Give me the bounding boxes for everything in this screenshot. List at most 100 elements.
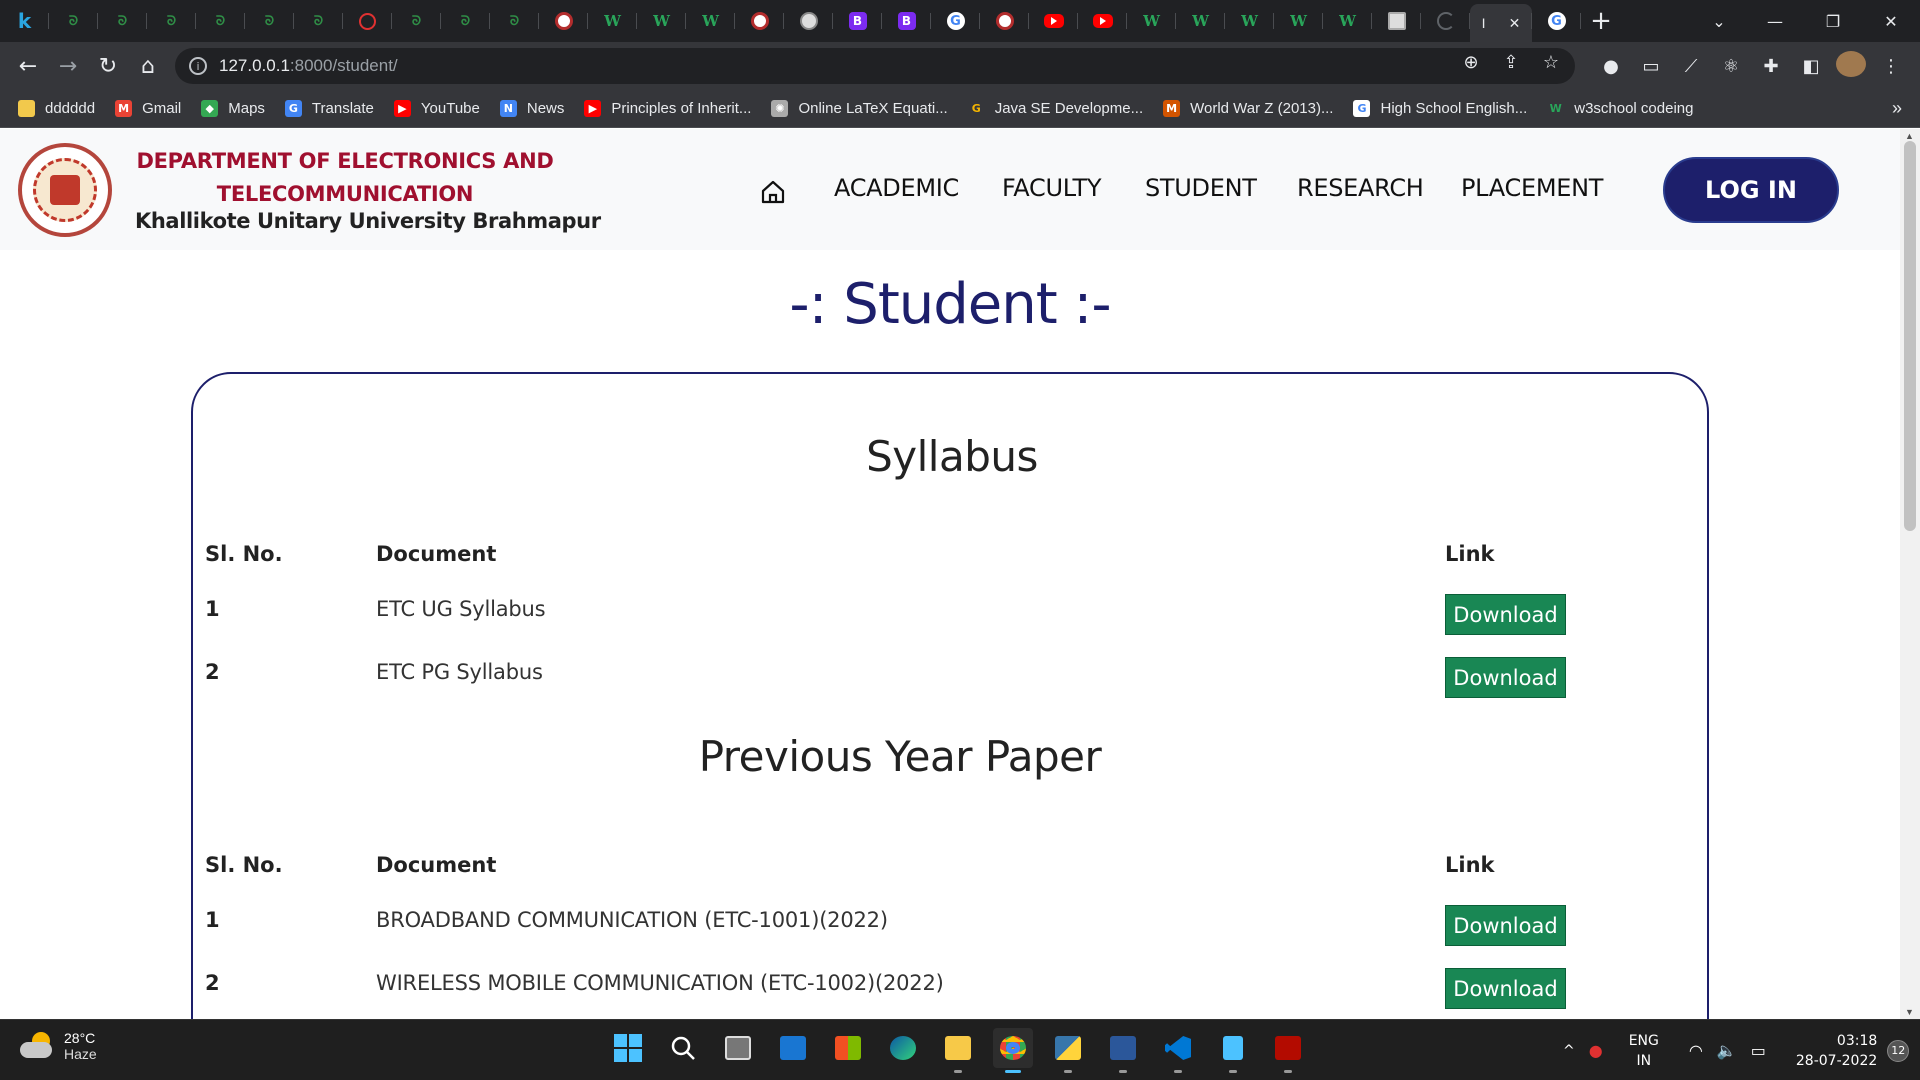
bookmark-item[interactable]: N News <box>499 100 564 117</box>
bookmark-item[interactable]: dddddd <box>18 100 95 117</box>
extension-record-icon[interactable]: ● <box>1596 56 1626 77</box>
bookmark-item[interactable]: M World War Z (2013)... <box>1163 100 1333 117</box>
bookmark-item[interactable]: ✺ Online LaTeX Equati... <box>771 100 948 117</box>
network-error-icon[interactable]: ● <box>1589 1041 1603 1060</box>
back-button[interactable]: ← <box>8 46 48 86</box>
extensions-puzzle-icon[interactable]: ✚ <box>1756 56 1786 77</box>
home-button[interactable]: ⌂ <box>128 46 168 86</box>
taskbar-search-button[interactable] <box>663 1028 703 1068</box>
bookmark-item[interactable]: G Translate <box>284 100 374 117</box>
download-button[interactable]: Download <box>1445 594 1566 635</box>
notifications-badge[interactable]: 12 <box>1887 1039 1910 1062</box>
volume-icon[interactable]: 🔈 <box>1717 1041 1737 1060</box>
university-logo[interactable] <box>18 143 112 237</box>
edge-app[interactable] <box>883 1028 923 1068</box>
browser-tab[interactable] <box>784 4 833 38</box>
browser-tab[interactable] <box>735 4 784 38</box>
bookmark-item[interactable]: ▶ YouTube <box>393 100 480 117</box>
start-button[interactable] <box>608 1028 648 1068</box>
browser-tab[interactable]: G <box>931 4 980 38</box>
browser-tab[interactable]: G <box>1532 4 1581 38</box>
nav-academic[interactable]: ACADEMIC <box>834 174 959 202</box>
browser-tab[interactable]: W <box>1323 4 1372 38</box>
word-app[interactable] <box>1103 1028 1143 1073</box>
vscode-app[interactable] <box>1158 1028 1198 1073</box>
home-icon[interactable] <box>760 179 786 205</box>
task-view-button[interactable] <box>718 1028 758 1068</box>
nav-faculty[interactable]: FACULTY <box>1002 174 1102 202</box>
browser-tab[interactable] <box>1078 4 1127 38</box>
browser-tab[interactable]: ᘐ <box>490 4 539 38</box>
weather-widget[interactable]: 28°C Haze <box>20 1030 97 1062</box>
battery-icon[interactable]: ▭ <box>1751 1041 1766 1060</box>
browser-tab[interactable]: W <box>1225 4 1274 38</box>
chrome-app[interactable] <box>993 1028 1033 1073</box>
bookmark-item[interactable]: ▶ Principles of Inherit... <box>584 100 751 117</box>
clock[interactable]: 03:18 28-07-2022 <box>1796 1031 1877 1071</box>
notepad-app[interactable] <box>1213 1028 1253 1073</box>
bookmarks-overflow-button[interactable]: » <box>1892 98 1902 119</box>
browser-tab[interactable] <box>980 4 1029 38</box>
browser-tab[interactable]: W <box>686 4 735 38</box>
extension-meet-icon[interactable]: ▭ <box>1636 56 1666 77</box>
python-app[interactable] <box>1048 1028 1088 1073</box>
browser-tab[interactable]: ᘐ <box>49 4 98 38</box>
bookmark-item[interactable]: G High School English... <box>1353 100 1527 117</box>
profile-avatar[interactable] <box>1836 50 1866 82</box>
browser-tab[interactable]: B <box>882 4 931 38</box>
browser-tab[interactable]: ᘐ <box>98 4 147 38</box>
browser-tab[interactable]: ᘐ <box>441 4 490 38</box>
close-tab-icon[interactable]: ✕ <box>1509 15 1521 32</box>
browser-tab[interactable]: W <box>588 4 637 38</box>
extension-pen-icon[interactable]: ⟋ <box>1676 56 1706 77</box>
page-scrollbar[interactable]: ▲ ▼ <box>1900 129 1920 1019</box>
side-panel-icon[interactable]: ◧ <box>1796 56 1826 77</box>
bookmark-item[interactable]: G Java SE Developme... <box>967 100 1143 117</box>
maximize-button[interactable]: ❐ <box>1804 0 1862 42</box>
minimize-button[interactable]: — <box>1746 0 1804 42</box>
wifi-icon[interactable]: ◠ <box>1689 1041 1703 1060</box>
zoom-icon[interactable]: ⊕ <box>1457 52 1485 73</box>
bookmark-item[interactable]: ◆ Maps <box>201 100 265 117</box>
nav-student[interactable]: STUDENT <box>1145 174 1257 202</box>
scroll-up-arrow[interactable]: ▲ <box>1905 131 1914 141</box>
browser-tab[interactable]: W <box>1176 4 1225 38</box>
browser-tab[interactable]: Q <box>343 4 392 38</box>
browser-tab[interactable]: ᘐ <box>294 4 343 38</box>
tab-search-button[interactable]: ⌄ <box>1690 0 1748 42</box>
browser-tab[interactable]: W <box>1274 4 1323 38</box>
browser-tab[interactable]: k <box>0 4 49 38</box>
browser-tab[interactable]: W <box>637 4 686 38</box>
reload-button[interactable]: ↻ <box>88 46 128 86</box>
download-button[interactable]: Download <box>1445 657 1566 698</box>
browser-tab[interactable]: ᘐ <box>147 4 196 38</box>
active-tab[interactable]: I ✕ <box>1470 4 1532 42</box>
browser-menu-icon[interactable]: ⋮ <box>1876 56 1906 77</box>
new-tab-button[interactable]: + <box>1581 6 1621 36</box>
browser-tab[interactable]: B <box>833 4 882 38</box>
browser-tab[interactable]: ᘐ <box>196 4 245 38</box>
browser-tab[interactable] <box>1029 4 1078 38</box>
browser-tab[interactable] <box>1421 4 1470 38</box>
mail-app[interactable] <box>773 1028 813 1068</box>
close-window-button[interactable]: ✕ <box>1862 0 1920 42</box>
browser-tab[interactable] <box>1372 4 1421 38</box>
login-button[interactable]: LOG IN <box>1663 157 1839 223</box>
acrobat-app[interactable] <box>1268 1028 1308 1073</box>
browser-tab[interactable] <box>539 4 588 38</box>
address-bar[interactable]: i 127.0.0.1:8000/student/ ⊕ ⇪ ☆ <box>175 48 1575 84</box>
nav-research[interactable]: RESEARCH <box>1297 174 1424 202</box>
download-button[interactable]: Download <box>1445 905 1566 946</box>
site-info-icon[interactable]: i <box>189 57 207 75</box>
scrollbar-thumb[interactable] <box>1904 141 1916 531</box>
bookmark-star-icon[interactable]: ☆ <box>1537 52 1565 73</box>
scroll-down-arrow[interactable]: ▼ <box>1905 1007 1914 1017</box>
bookmark-item[interactable]: M Gmail <box>115 100 181 117</box>
download-button[interactable]: Download <box>1445 968 1566 1009</box>
nav-placement[interactable]: PLACEMENT <box>1461 174 1603 202</box>
browser-tab[interactable]: W <box>1127 4 1176 38</box>
language-indicator[interactable]: ENG IN <box>1629 1031 1659 1071</box>
store-app[interactable] <box>828 1028 868 1068</box>
file-explorer-app[interactable] <box>938 1028 978 1073</box>
share-icon[interactable]: ⇪ <box>1497 52 1525 73</box>
